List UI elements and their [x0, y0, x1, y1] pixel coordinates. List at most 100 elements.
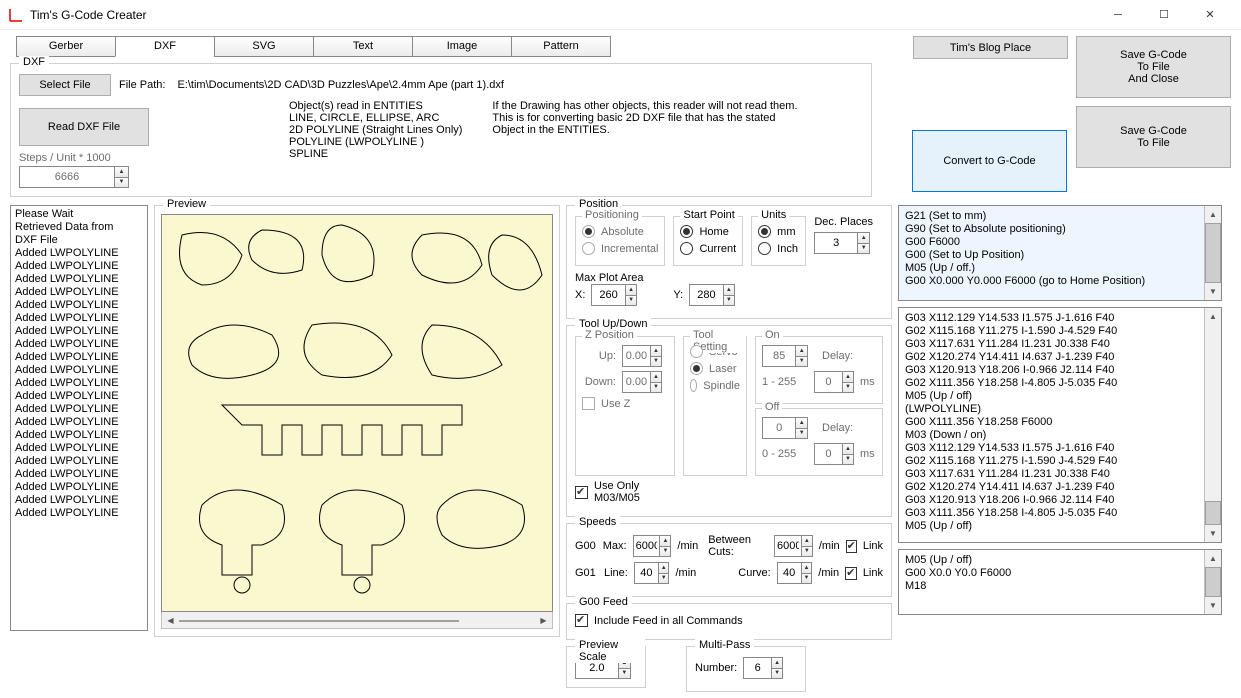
gcode-line: G03 X111.356 Y18.258 I-4.805 J-5.035 F40 — [905, 507, 1215, 520]
speeds-group: Speeds G00 Max: ▲▼ /min Between Cuts: ▲▼… — [566, 523, 892, 597]
log-line: Added LWPOLYLINE — [15, 429, 143, 442]
gcode-line: G03 X117.631 Y11.284 I1.231 J0.338 F40 — [905, 338, 1215, 351]
gcode-line: G03 X117.631 Y11.284 I1.231 J0.338 F40 — [905, 468, 1215, 481]
gcode-line: M05 (Up / off) — [905, 554, 1215, 567]
read-dxf-button[interactable]: Read DXF File — [19, 108, 149, 146]
between-spinner[interactable]: ▲▼ — [774, 535, 813, 557]
preview-scroll-thumb[interactable] — [179, 620, 459, 622]
spin-down[interactable]: ▼ — [115, 178, 128, 188]
gcode-line: M05 (Up / off) — [905, 520, 1215, 533]
steps-input[interactable] — [20, 168, 114, 186]
radio-laser — [690, 362, 703, 375]
preview-h-scrollbar[interactable]: ◀ ▶ — [161, 612, 553, 629]
tab-svg[interactable]: SVG — [214, 36, 314, 57]
close-button[interactable]: ✕ — [1187, 0, 1233, 30]
radio-spindle — [690, 379, 697, 392]
tab-image[interactable]: Image — [412, 36, 512, 57]
gcode-footer-box[interactable]: M05 (Up / off)G00 X0.0 Y0.0 F6000M18▲▼ — [898, 549, 1222, 615]
log-line: Added LWPOLYLINE — [15, 403, 143, 416]
off-delay-spinner: ▲▼ — [814, 443, 854, 465]
check-link2[interactable] — [845, 567, 857, 580]
gcode-line: G02 X115.168 Y11.275 I-1.590 J-4.529 F40 — [905, 325, 1215, 338]
preview-scale-group: Preview Scale ▲▼ — [566, 646, 646, 688]
gcode-line: G21 (Set to mm) — [905, 210, 1215, 223]
save-close-button[interactable]: Save G-Code To File And Close — [1076, 36, 1231, 98]
check-usez — [582, 397, 595, 410]
dxf-group: DXF Select File File Path: E:\tim\Docume… — [10, 63, 872, 197]
log-line: Added LWPOLYLINE — [15, 416, 143, 429]
z-up-spinner: ▲▼ — [622, 345, 662, 367]
convert-button[interactable]: Convert to G-Code — [912, 130, 1067, 192]
radio-incremental — [582, 242, 595, 255]
preview-legend: Preview — [163, 198, 210, 210]
g01-line-spinner[interactable]: ▲▼ — [634, 562, 670, 584]
gcode-line: G00 F6000 — [905, 236, 1215, 249]
gcode1-scrollbar[interactable]: ▲▼ — [1204, 206, 1221, 300]
positioning-subgroup: Positioning Absolute Incremental — [575, 216, 665, 266]
log-line: Added LWPOLYLINE — [15, 299, 143, 312]
dxf-note: If the Drawing has other objects, this r… — [492, 100, 797, 188]
on-delay-spinner: ▲▼ — [814, 371, 854, 393]
titlebar: Tim's G-Code Creater ─ ☐ ✕ — [0, 0, 1241, 30]
window-title: Tim's G-Code Creater — [30, 8, 1095, 22]
radio-servo — [690, 345, 703, 358]
log-line: Added LWPOLYLINE — [15, 364, 143, 377]
log-list[interactable]: Please WaitRetrieved Data fromDXF FileAd… — [10, 205, 148, 631]
objects-heading: Object(s) read in ENTITIES — [289, 100, 462, 112]
save-button[interactable]: Save G-Code To File — [1076, 106, 1231, 168]
check-link1[interactable] — [846, 540, 857, 553]
gcode-line: G00 (Set to Up Position) — [905, 249, 1215, 262]
check-include-feed[interactable] — [575, 614, 588, 627]
log-line: Added LWPOLYLINE — [15, 260, 143, 273]
tool-setting-subgroup: Tool Setting Servo Laser Spindle — [683, 336, 747, 476]
filepath-value: E:\tim\Documents\2D CAD\3D Puzzles\Ape\2… — [177, 79, 503, 91]
log-line: Added LWPOLYLINE — [15, 377, 143, 390]
plot-x-spinner[interactable]: ▲▼ — [591, 284, 637, 306]
minimize-button[interactable]: ─ — [1095, 0, 1141, 30]
scroll-left-icon[interactable]: ◀ — [162, 612, 179, 628]
steps-spinner[interactable]: ▲▼ — [19, 166, 129, 188]
off-subgroup: Off ▲▼ Delay: 0 - 255 ▲▼ ms — [755, 408, 883, 476]
g01-curve-spinner[interactable]: ▲▼ — [777, 562, 813, 584]
tool-group: Tool Up/Down Z Position Up:▲▼ Down:▲▼ Us… — [566, 325, 892, 517]
log-line: Added LWPOLYLINE — [15, 455, 143, 468]
gcode-line: G02 X111.356 Y18.258 I-4.805 J-5.035 F40 — [905, 377, 1215, 390]
log-line: DXF File — [15, 234, 143, 247]
preview-canvas[interactable] — [161, 214, 553, 612]
tab-pattern[interactable]: Pattern — [511, 36, 611, 57]
z-down-spinner: ▲▼ — [622, 371, 662, 393]
tab-text[interactable]: Text — [313, 36, 413, 57]
spin-up[interactable]: ▲ — [115, 167, 128, 178]
scroll-right-icon[interactable]: ▶ — [535, 612, 552, 628]
gcode2-scrollbar[interactable]: ▲▼ — [1204, 308, 1221, 542]
multipass-spinner[interactable]: ▲▼ — [743, 657, 783, 679]
gcode-body-box[interactable]: G03 X112.129 Y14.533 I1.575 J-1.616 F40G… — [898, 307, 1222, 543]
filepath-label: File Path: — [119, 79, 165, 91]
blog-button[interactable]: Tim's Blog Place — [913, 36, 1068, 59]
select-file-button[interactable]: Select File — [19, 74, 111, 96]
log-line: Added LWPOLYLINE — [15, 286, 143, 299]
check-useonly[interactable] — [575, 486, 588, 499]
radio-mm[interactable] — [758, 225, 771, 238]
radio-current[interactable] — [680, 242, 693, 255]
g00-max-spinner[interactable]: ▲▼ — [633, 535, 672, 557]
gcode-line: G00 X0.000 Y0.000 F6000 (go to Home Posi… — [905, 275, 1215, 288]
dec-input[interactable] — [815, 234, 857, 252]
plot-y-spinner[interactable]: ▲▼ — [689, 284, 735, 306]
tab-gerber[interactable]: Gerber — [16, 36, 116, 57]
maximize-button[interactable]: ☐ — [1141, 0, 1187, 30]
radio-absolute — [582, 225, 595, 238]
log-line: Please Wait — [15, 208, 143, 221]
dec-spinner[interactable]: ▲▼ — [814, 232, 870, 254]
log-line: Added LWPOLYLINE — [15, 325, 143, 338]
startpoint-subgroup: Start Point Home Current — [673, 216, 743, 266]
radio-inch[interactable] — [758, 242, 771, 255]
gcode-line: M03 (Down / on) — [905, 429, 1215, 442]
gcode3-scrollbar[interactable]: ▲▼ — [1204, 550, 1221, 614]
tab-dxf[interactable]: DXF — [115, 36, 215, 57]
off-value-spinner: ▲▼ — [762, 417, 808, 439]
radio-home[interactable] — [680, 225, 693, 238]
gcode-header-box[interactable]: G21 (Set to mm)G90 (Set to Absolute posi… — [898, 205, 1222, 301]
gcode-line: G00 X111.356 Y18.258 F6000 — [905, 416, 1215, 429]
on-value-spinner: ▲▼ — [762, 345, 808, 367]
